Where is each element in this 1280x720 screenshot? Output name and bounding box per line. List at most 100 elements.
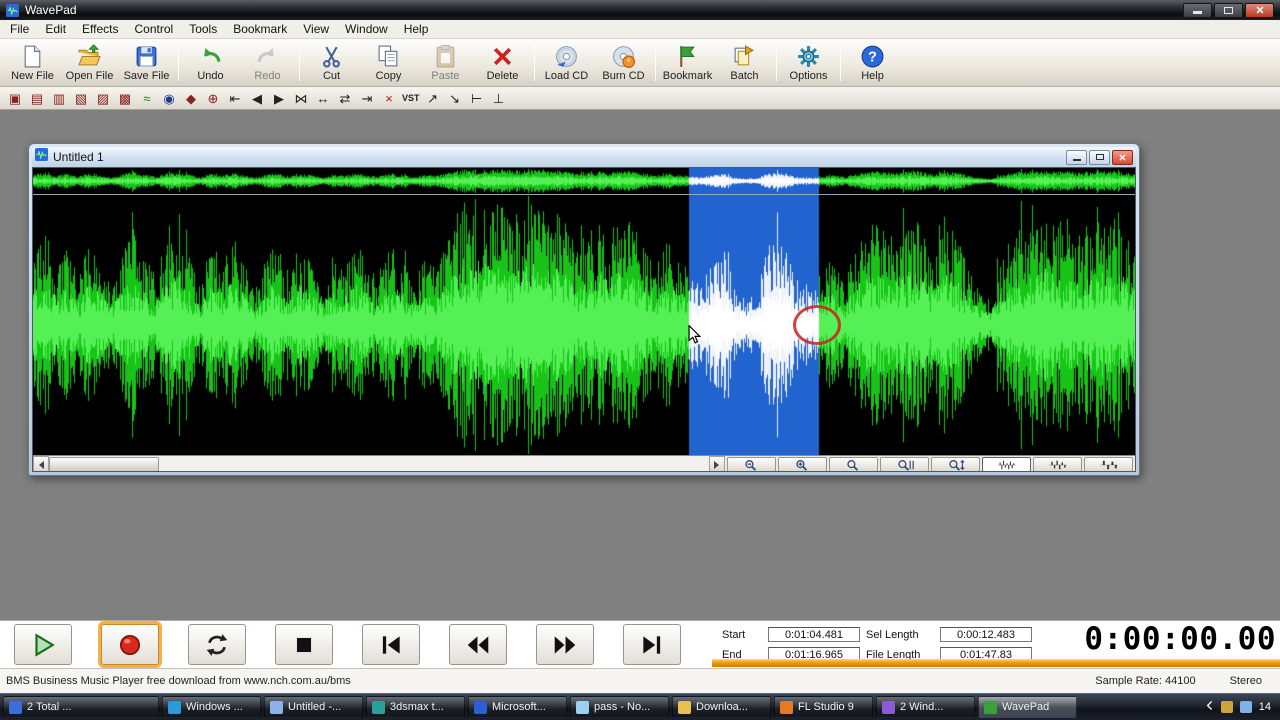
- scroll-left-button[interactable]: [33, 456, 49, 471]
- horizontal-scrollbar[interactable]: [33, 456, 725, 471]
- silence-icon[interactable]: ▩: [116, 88, 134, 109]
- go-start-icon[interactable]: ⇤: [226, 88, 244, 109]
- help-button[interactable]: ? Help: [844, 40, 901, 85]
- taskbar-item-3dsmax-t[interactable]: 3dsmax t...: [366, 696, 465, 718]
- taskbar-item-pass-no[interactable]: pass - No...: [570, 696, 669, 718]
- zoom-out-button[interactable]: [727, 457, 776, 471]
- scroll-thumb[interactable]: [49, 457, 159, 471]
- status-bar: BMS Business Music Player free download …: [0, 668, 1280, 693]
- menu-edit[interactable]: Edit: [37, 21, 74, 37]
- zoom-in-button[interactable]: [778, 457, 827, 471]
- save-file-button[interactable]: Save File: [118, 40, 175, 85]
- menu-control[interactable]: Control: [127, 21, 182, 37]
- tray-settings-icon[interactable]: [1220, 701, 1233, 713]
- view-wave-small-button[interactable]: [982, 457, 1031, 471]
- splice-icon[interactable]: ⋈: [292, 88, 310, 109]
- sel-length-label: Sel Length: [866, 628, 919, 641]
- record-button[interactable]: [101, 624, 159, 665]
- stop-button[interactable]: [275, 624, 333, 665]
- fast-forward-button[interactable]: [536, 624, 594, 665]
- taskbar-item-windows[interactable]: Windows ...: [162, 696, 261, 718]
- tray-network-icon[interactable]: [1239, 701, 1252, 713]
- fade-out-icon[interactable]: ↘: [446, 88, 464, 109]
- copy-button[interactable]: Copy: [360, 40, 417, 85]
- document-close-button[interactable]: [1112, 149, 1133, 165]
- document-maximize-button[interactable]: [1089, 149, 1110, 165]
- trim-icon[interactable]: ▧: [72, 88, 90, 109]
- document-titlebar[interactable]: Untitled 1: [32, 147, 1136, 167]
- zoom-normal-button[interactable]: [829, 457, 878, 471]
- scroll-track[interactable]: [159, 456, 709, 471]
- play-small-icon[interactable]: ▶: [270, 88, 288, 109]
- minimize-button[interactable]: [1183, 2, 1212, 18]
- scroll-right-button[interactable]: [709, 456, 725, 471]
- delete-small-icon[interactable]: ×: [380, 88, 398, 109]
- options-button[interactable]: Options: [780, 40, 837, 85]
- menu-help[interactable]: Help: [396, 21, 437, 37]
- document-window-controls: [1066, 149, 1133, 165]
- taskbar-item-2-wind[interactable]: 2 Wind...: [876, 696, 975, 718]
- level-icon[interactable]: ⊢: [468, 88, 486, 109]
- rewind-button[interactable]: [449, 624, 507, 665]
- taskbar-item-microsoft[interactable]: Microsoft...: [468, 696, 567, 718]
- marker-icon[interactable]: ◆: [182, 88, 200, 109]
- zoom-vertical-button[interactable]: [931, 457, 980, 471]
- zoom-selection-button[interactable]: [880, 457, 929, 471]
- play-button[interactable]: [14, 624, 72, 665]
- start-field[interactable]: 0:01:04.481: [768, 627, 860, 642]
- burn-cd-button[interactable]: Burn CD: [595, 40, 652, 85]
- fade-in-icon[interactable]: ↗: [424, 88, 442, 109]
- crop-icon[interactable]: ▨: [94, 88, 112, 109]
- taskbar-item-wavepad[interactable]: WavePad: [978, 696, 1077, 718]
- cut-button[interactable]: Cut: [303, 40, 360, 85]
- taskbar-item-fl-studio-9[interactable]: FL Studio 9: [774, 696, 873, 718]
- join-icon[interactable]: ⊕: [204, 88, 222, 109]
- bookmark-button[interactable]: Bookmark: [659, 40, 716, 85]
- paste-button[interactable]: Paste: [417, 40, 474, 85]
- close-button[interactable]: [1245, 2, 1274, 18]
- vst-icon[interactable]: VST: [402, 88, 420, 109]
- copy-to-new-icon[interactable]: ▣: [6, 88, 24, 109]
- open-file-button[interactable]: Open File: [61, 40, 118, 85]
- maximize-button[interactable]: [1214, 2, 1243, 18]
- batch-button[interactable]: Batch: [716, 40, 773, 85]
- cut-icon: [319, 44, 344, 69]
- sel-length-field[interactable]: 0:00:12.483: [940, 627, 1032, 642]
- taskbar-item-2-total[interactable]: 2 Total ...: [3, 696, 159, 718]
- menu-file[interactable]: File: [2, 21, 37, 37]
- paste-insert-icon[interactable]: ▤: [28, 88, 46, 109]
- paste-mix-icon[interactable]: ▥: [50, 88, 68, 109]
- loop-small-icon[interactable]: ↔: [314, 88, 332, 109]
- envelope-icon[interactable]: ≈: [138, 88, 156, 109]
- scrub-icon[interactable]: ◉: [160, 88, 178, 109]
- menu-effects[interactable]: Effects: [74, 21, 126, 37]
- waveform-overview[interactable]: [33, 168, 1135, 195]
- view-wave-medium-button[interactable]: [1033, 457, 1082, 471]
- swap-icon[interactable]: ⇄: [336, 88, 354, 109]
- anchor-icon[interactable]: ⊥: [490, 88, 508, 109]
- undo-button[interactable]: Undo: [182, 40, 239, 85]
- taskbar-item-untitled[interactable]: Untitled -...: [264, 696, 363, 718]
- skip-end-button[interactable]: [623, 624, 681, 665]
- waveform-main[interactable]: [33, 195, 1135, 455]
- taskbar-item-downloa[interactable]: Downloa...: [672, 696, 771, 718]
- taskbar-item-label: Microsoft...: [492, 701, 546, 713]
- status-message[interactable]: BMS Business Music Player free download …: [6, 675, 351, 687]
- redo-button[interactable]: Redo: [239, 40, 296, 85]
- skip-start-button[interactable]: [362, 624, 420, 665]
- view-wave-large-button[interactable]: [1084, 457, 1133, 471]
- load-cd-button[interactable]: Load CD: [538, 40, 595, 85]
- menu-tools[interactable]: Tools: [181, 21, 225, 37]
- document-minimize-button[interactable]: [1066, 149, 1087, 165]
- menu-view[interactable]: View: [295, 21, 337, 37]
- loop-button[interactable]: [188, 624, 246, 665]
- tray-expand-icon[interactable]: [1206, 698, 1214, 716]
- delete-button[interactable]: Delete: [474, 40, 531, 85]
- taskbar-item-label: FL Studio 9: [798, 701, 854, 713]
- new-file-button[interactable]: New File: [4, 40, 61, 85]
- go-end-icon[interactable]: ⇥: [358, 88, 376, 109]
- prev-icon[interactable]: ◀: [248, 88, 266, 109]
- menu-bookmark[interactable]: Bookmark: [225, 21, 295, 37]
- menu-window[interactable]: Window: [337, 21, 396, 37]
- help-label: Help: [861, 69, 884, 82]
